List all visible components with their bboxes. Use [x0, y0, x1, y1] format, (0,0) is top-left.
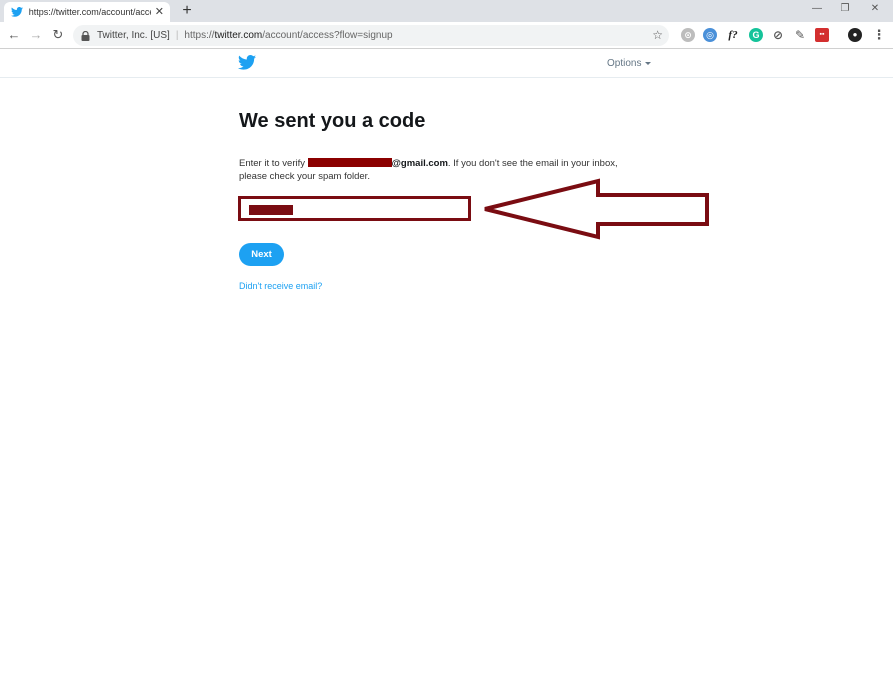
red-ext-icon[interactable]: ▪▪	[815, 28, 829, 42]
page-title: We sent you a code	[239, 110, 426, 132]
menu-icon[interactable]: ⋮	[872, 28, 886, 42]
twitter-header: Options	[0, 49, 893, 78]
site-identity: Twitter, Inc. [US]	[97, 30, 170, 41]
tab-strip: https://twitter.com/account/acce ✕ + — ❐…	[0, 0, 893, 22]
redacted-code-mark	[249, 205, 293, 215]
profile-icon[interactable]: ●	[848, 28, 862, 42]
browser-toolbar: ← → ↻ Twitter, Inc. [US] | https://twitt…	[0, 22, 893, 49]
omnibox-separator: |	[175, 30, 179, 41]
resend-email-link[interactable]: Didn't receive email?	[239, 281, 322, 291]
browser-tab[interactable]: https://twitter.com/account/acce ✕	[4, 2, 170, 22]
options-menu[interactable]: Options	[607, 58, 652, 69]
eyedropper-icon[interactable]: ✎	[793, 28, 807, 42]
font-icon[interactable]: f?	[726, 28, 740, 42]
address-bar[interactable]: Twitter, Inc. [US] | https://twitter.com…	[73, 25, 669, 46]
compass-icon[interactable]: ⊘	[771, 28, 785, 42]
minimize-icon[interactable]: —	[810, 3, 824, 14]
email-domain: @gmail.com	[391, 158, 448, 169]
next-button[interactable]: Next	[239, 243, 284, 266]
redacted-email-mark	[307, 158, 392, 167]
caret-down-icon	[645, 62, 652, 65]
twitter-bird-icon[interactable]	[238, 55, 256, 70]
bookmark-star-icon[interactable]: ☆	[652, 28, 663, 42]
close-window-icon[interactable]: ✕	[868, 3, 882, 14]
verification-code-input[interactable]	[238, 196, 471, 221]
options-label: Options	[607, 58, 642, 69]
back-icon[interactable]: ←	[6, 27, 22, 43]
grammarly-icon[interactable]: G	[749, 28, 763, 42]
tab-close-icon[interactable]: ✕	[155, 6, 164, 18]
tab-title: https://twitter.com/account/acce	[28, 7, 151, 17]
new-tab-button[interactable]: +	[178, 2, 196, 20]
annotation-arrow-icon	[484, 178, 709, 240]
restore-icon[interactable]: ❐	[838, 3, 852, 14]
globe-icon[interactable]: ◎	[703, 28, 717, 42]
reload-icon[interactable]: ↻	[50, 27, 66, 43]
url-text: https://twitter.com/account/access?flow=…	[184, 30, 393, 41]
history-icon[interactable]: ⊙	[681, 28, 695, 42]
lock-icon	[81, 30, 90, 41]
twitter-favicon-icon	[10, 5, 24, 19]
forward-icon[interactable]: →	[28, 27, 44, 43]
